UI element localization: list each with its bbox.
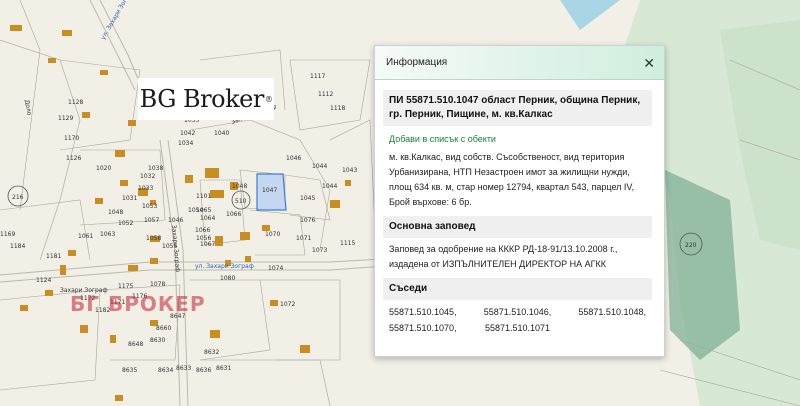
parcel-number: 1112 bbox=[318, 91, 333, 98]
parcel-number: 1020 bbox=[96, 165, 111, 172]
parcel-number: 8631 bbox=[216, 365, 231, 372]
quarter-label-220: 220 bbox=[685, 242, 697, 249]
parcel-number: 1064 bbox=[200, 215, 215, 222]
neighbor-item[interactable]: 55871.510.1070, bbox=[389, 320, 475, 336]
parcel-number: 8634 bbox=[158, 367, 173, 374]
parcel-number: 1184 bbox=[10, 243, 25, 250]
parcel-number: 1101 bbox=[196, 193, 211, 200]
order-heading: Основна заповед bbox=[383, 216, 652, 238]
info-panel: Информация ✕ ПИ 55871.510.1047 област Пе… bbox=[374, 45, 665, 357]
parcel-number: 1169 bbox=[0, 231, 15, 238]
property-description: м. кв.Калкас, вид собств. Съсобственост,… bbox=[389, 152, 635, 207]
parcel-number: 8636 bbox=[196, 367, 211, 374]
parcel-number: 1044 bbox=[312, 163, 327, 170]
parcel-number: 1129 bbox=[58, 115, 73, 122]
parcel-number: 1046 bbox=[286, 155, 301, 162]
parcel-number: 1043 bbox=[342, 167, 357, 174]
parcel-number: 1054 bbox=[188, 207, 203, 214]
add-to-list-link[interactable]: Добави в списък с обекти bbox=[383, 126, 652, 146]
parcel-number: 1055 bbox=[162, 243, 177, 250]
parcel-number: 1078 bbox=[150, 281, 165, 288]
parcel-number: 1032 bbox=[140, 173, 155, 180]
parcel-number: 1048 bbox=[232, 183, 247, 190]
parcel-number: 1052 bbox=[118, 220, 133, 227]
parcel-number: 8648 bbox=[128, 341, 143, 348]
parcel-number: 1045 bbox=[300, 195, 315, 202]
neighbor-item[interactable]: 55871.510.1046, bbox=[475, 304, 561, 320]
parcel-number: 1067 bbox=[200, 241, 215, 248]
neighbor-item[interactable] bbox=[560, 320, 646, 336]
parcel-number: 1058 bbox=[146, 235, 161, 242]
parcel-number: 1034 bbox=[178, 140, 193, 147]
logo-text: BG Broker bbox=[139, 85, 265, 113]
panel-header: Информация ✕ bbox=[375, 46, 664, 80]
parcel-number: 1170 bbox=[64, 135, 79, 142]
parcel-number: 8633 bbox=[176, 365, 191, 372]
neighbor-item[interactable]: 55871.510.1048, bbox=[560, 304, 646, 320]
parcel-number: 1115 bbox=[340, 240, 355, 247]
panel-body: ПИ 55871.510.1047 област Перник, община … bbox=[375, 80, 664, 336]
parcel-number: 1117 bbox=[310, 73, 325, 80]
neighbors-heading: Съседи bbox=[383, 278, 652, 300]
parcel-number: 8630 bbox=[150, 337, 165, 344]
panel-title: Информация bbox=[386, 57, 448, 68]
parcel-number: 1057 bbox=[144, 217, 159, 224]
parcel-number: 1074 bbox=[268, 265, 283, 272]
neighbor-item[interactable]: 55871.510.1045, bbox=[389, 304, 475, 320]
parcel-number: 1126 bbox=[66, 155, 81, 162]
parcel-number: 1033 bbox=[138, 185, 153, 192]
parcel-number: 1053 bbox=[142, 203, 157, 210]
quarter-label-216: 216 bbox=[12, 194, 24, 201]
parcel-number: 1175 bbox=[118, 283, 133, 290]
parcel-number: 8632 bbox=[204, 349, 219, 356]
street-label: ул. Захари Зограф bbox=[195, 263, 254, 270]
watermark: БГ БРОКЕР bbox=[70, 292, 206, 316]
parcel-number: 1047 bbox=[262, 187, 277, 194]
neighbor-item[interactable]: 55871.510.1071 bbox=[475, 320, 561, 336]
logo-mark: ® bbox=[264, 94, 273, 104]
order-text: Заповед за одобрение на КККР РД-18-91/13… bbox=[389, 244, 618, 269]
parcel-number: 1040 bbox=[214, 130, 229, 137]
parcel-number: 1048 bbox=[108, 209, 123, 216]
parcel-number: 1076 bbox=[300, 217, 315, 224]
parcel-number: 1066 bbox=[226, 211, 241, 218]
parcel-number: 1124 bbox=[36, 277, 51, 284]
parcel-number: 1061 bbox=[78, 233, 93, 240]
parcel-number: 1118 bbox=[330, 105, 345, 112]
parcel-number: 1070 bbox=[265, 231, 280, 238]
parcel-number: 1038 bbox=[148, 165, 163, 172]
quarter-label-510: 510 bbox=[235, 198, 247, 205]
parcel-number: 1080 bbox=[220, 275, 235, 282]
parcel-number: 1073 bbox=[312, 247, 327, 254]
parcel-number: 1056 bbox=[196, 235, 211, 242]
close-icon[interactable]: ✕ bbox=[643, 56, 655, 70]
neighbors-list: 55871.510.1045, 55871.510.1046, 55871.51… bbox=[383, 300, 652, 336]
parcel-number: 1066 bbox=[195, 227, 210, 234]
parcel-number: 1072 bbox=[280, 301, 295, 308]
parcel-number: 8660 bbox=[156, 325, 171, 332]
parcel-number: 1128 bbox=[68, 99, 83, 106]
parcel-number: 1071 bbox=[296, 235, 311, 242]
parcel-number: 8635 bbox=[122, 367, 137, 374]
property-heading: ПИ 55871.510.1047 област Перник, община … bbox=[383, 90, 652, 126]
bg-broker-logo: BG Broker ® bbox=[138, 78, 274, 120]
parcel-number: 1181 bbox=[46, 253, 61, 260]
parcel-number: 1044 bbox=[322, 183, 337, 190]
parcel-number: 1046 bbox=[168, 217, 183, 224]
parcel-number: 1042 bbox=[180, 130, 195, 137]
parcel-number: 1031 bbox=[122, 195, 137, 202]
parcel-number: 1063 bbox=[100, 231, 115, 238]
